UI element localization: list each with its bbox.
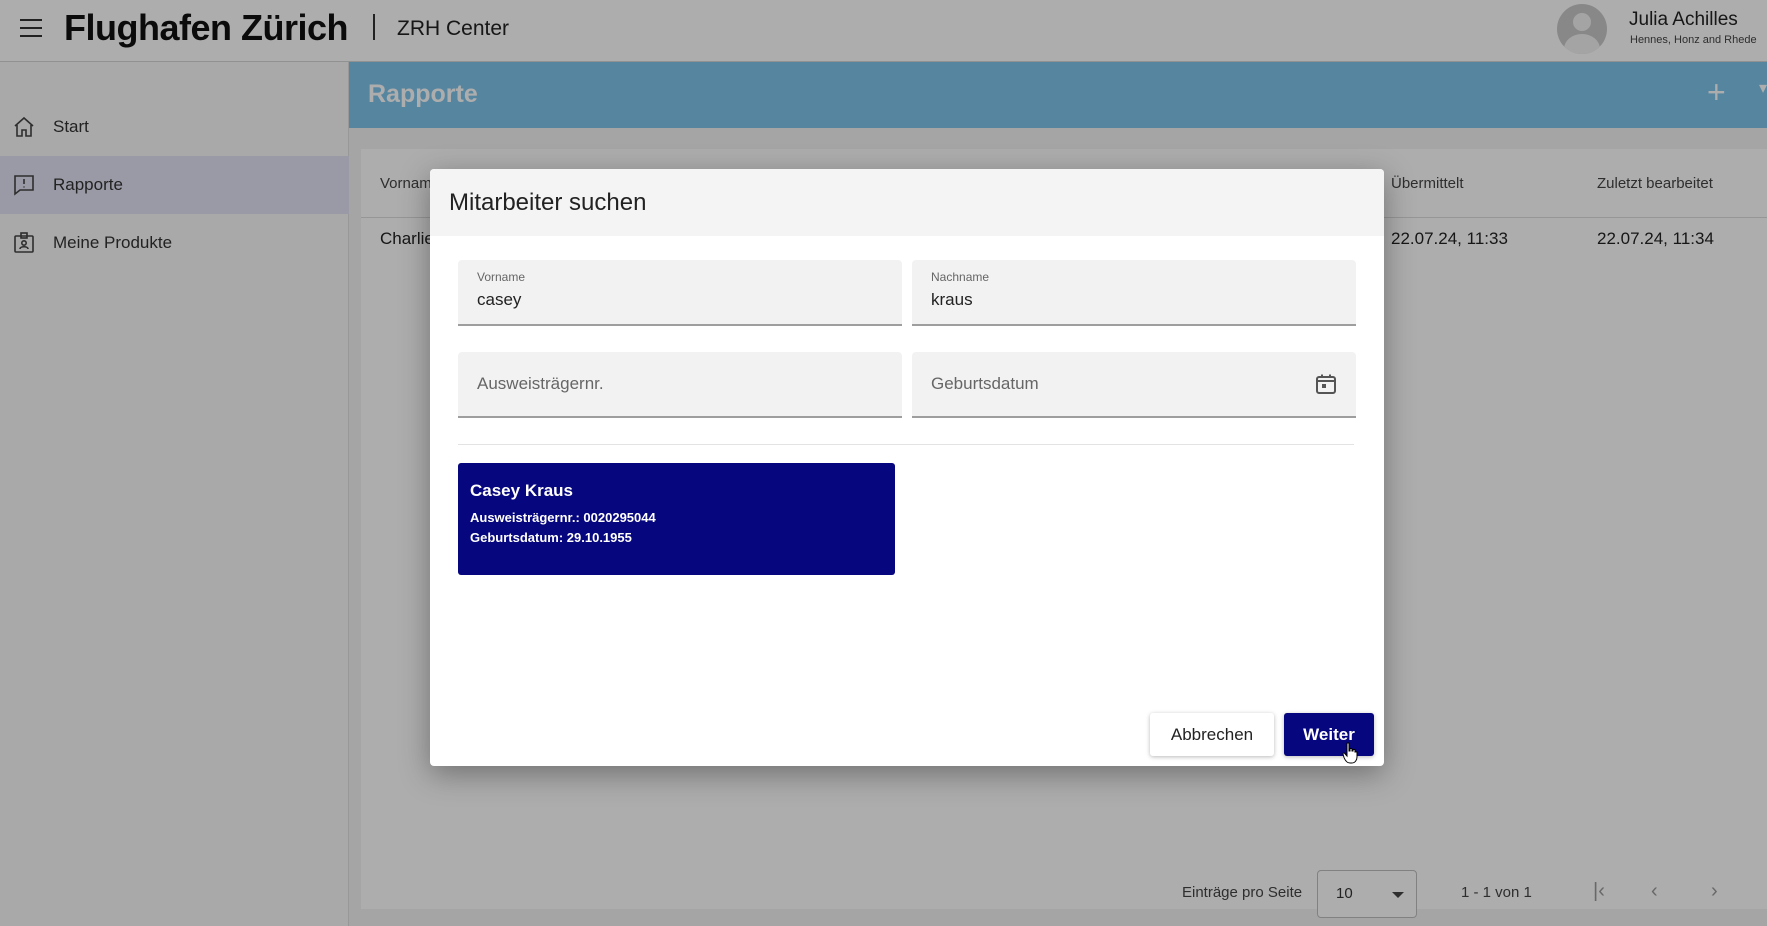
result-name: Casey Kraus xyxy=(470,481,574,500)
cancel-button[interactable]: Abbrechen xyxy=(1150,713,1274,756)
result-badge-number: Ausweisträgernr.: 0020295044 xyxy=(470,510,656,525)
search-employee-dialog: Mitarbeiter suchen Vorname Nachname Case… xyxy=(430,169,1384,766)
result-birthdate: Geburtsdatum: 29.10.1955 xyxy=(470,530,632,545)
lastname-input[interactable] xyxy=(931,290,1309,310)
section-divider xyxy=(458,444,1354,445)
lastname-field[interactable]: Nachname xyxy=(912,260,1356,326)
firstname-field[interactable]: Vorname xyxy=(458,260,902,326)
dialog-header: Mitarbeiter suchen xyxy=(430,169,1384,236)
firstname-input[interactable] xyxy=(477,290,855,310)
lastname-label: Nachname xyxy=(931,270,990,284)
calendar-icon[interactable] xyxy=(1314,372,1338,396)
next-button[interactable]: Weiter xyxy=(1284,713,1374,756)
dialog-title: Mitarbeiter suchen xyxy=(449,189,647,216)
badge-number-field[interactable] xyxy=(458,352,902,418)
hand-cursor-icon xyxy=(1342,742,1358,764)
firstname-label: Vorname xyxy=(477,270,526,284)
birthdate-field[interactable] xyxy=(912,352,1356,418)
employee-result-card[interactable]: Casey Kraus Ausweisträgernr.: 0020295044… xyxy=(458,463,895,575)
birthdate-input[interactable] xyxy=(931,374,1309,394)
badge-number-input[interactable] xyxy=(477,374,855,394)
